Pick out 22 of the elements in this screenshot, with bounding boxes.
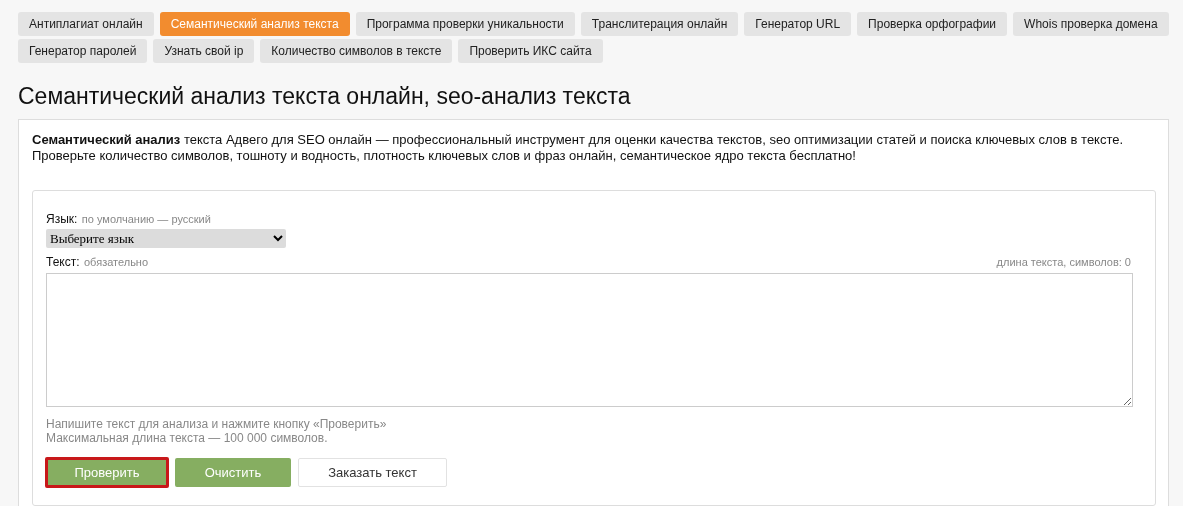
language-select[interactable]: Выберите язык: [46, 229, 286, 248]
char-counter: длина текста, символов: 0: [996, 256, 1131, 268]
help-text: Напишите текст для анализа и нажмите кнопку «Проверить»: [46, 417, 388, 431]
intro-paragraph: Семантический анализ текста Адвего для SEO онлайн — профессиональный инструмент для оценки качества текстов, seo оптимизации статей и поиска ключевых слов в тексте. Проверьте количество символов, тошноту и водность, плотность ключевых слов и фраз онлайн, семантическое ядро текста бесплатно!: [32, 132, 1125, 164]
nav-tab[interactable]: Программа проверки уникальности: [355, 12, 575, 36]
nav-tab[interactable]: Транслитерация онлайн: [580, 12, 739, 36]
nav-tab[interactable]: Генератор паролей: [18, 39, 148, 63]
nav-tab[interactable]: Узнать свой ip: [153, 39, 255, 63]
nav-tab[interactable]: Проверка орфографии: [857, 12, 1008, 36]
help-text: Максимальная длина текста — 100 000 символов.: [46, 431, 329, 445]
language-hint: по умолчанию — русский: [81, 213, 211, 225]
text-hint: обязательно: [84, 256, 149, 268]
nav-tab[interactable]: Whois проверка домена: [1013, 12, 1169, 36]
nav-tab[interactable]: Количество символов в тексте: [260, 39, 453, 63]
nav-tab[interactable]: Проверить ИКС сайта: [458, 39, 603, 63]
page-title: Семантический анализ текста онлайн, seo-анализ текста: [18, 82, 632, 111]
action-button[interactable]: Заказать текст: [298, 458, 447, 487]
nav-tab[interactable]: Антиплагиат онлайн: [18, 12, 154, 36]
nav-tab[interactable]: Генератор URL: [744, 12, 852, 36]
text-input-field[interactable]: [46, 273, 1133, 407]
language-label: Язык:: [46, 212, 78, 226]
text-label: Текст:: [46, 255, 80, 269]
